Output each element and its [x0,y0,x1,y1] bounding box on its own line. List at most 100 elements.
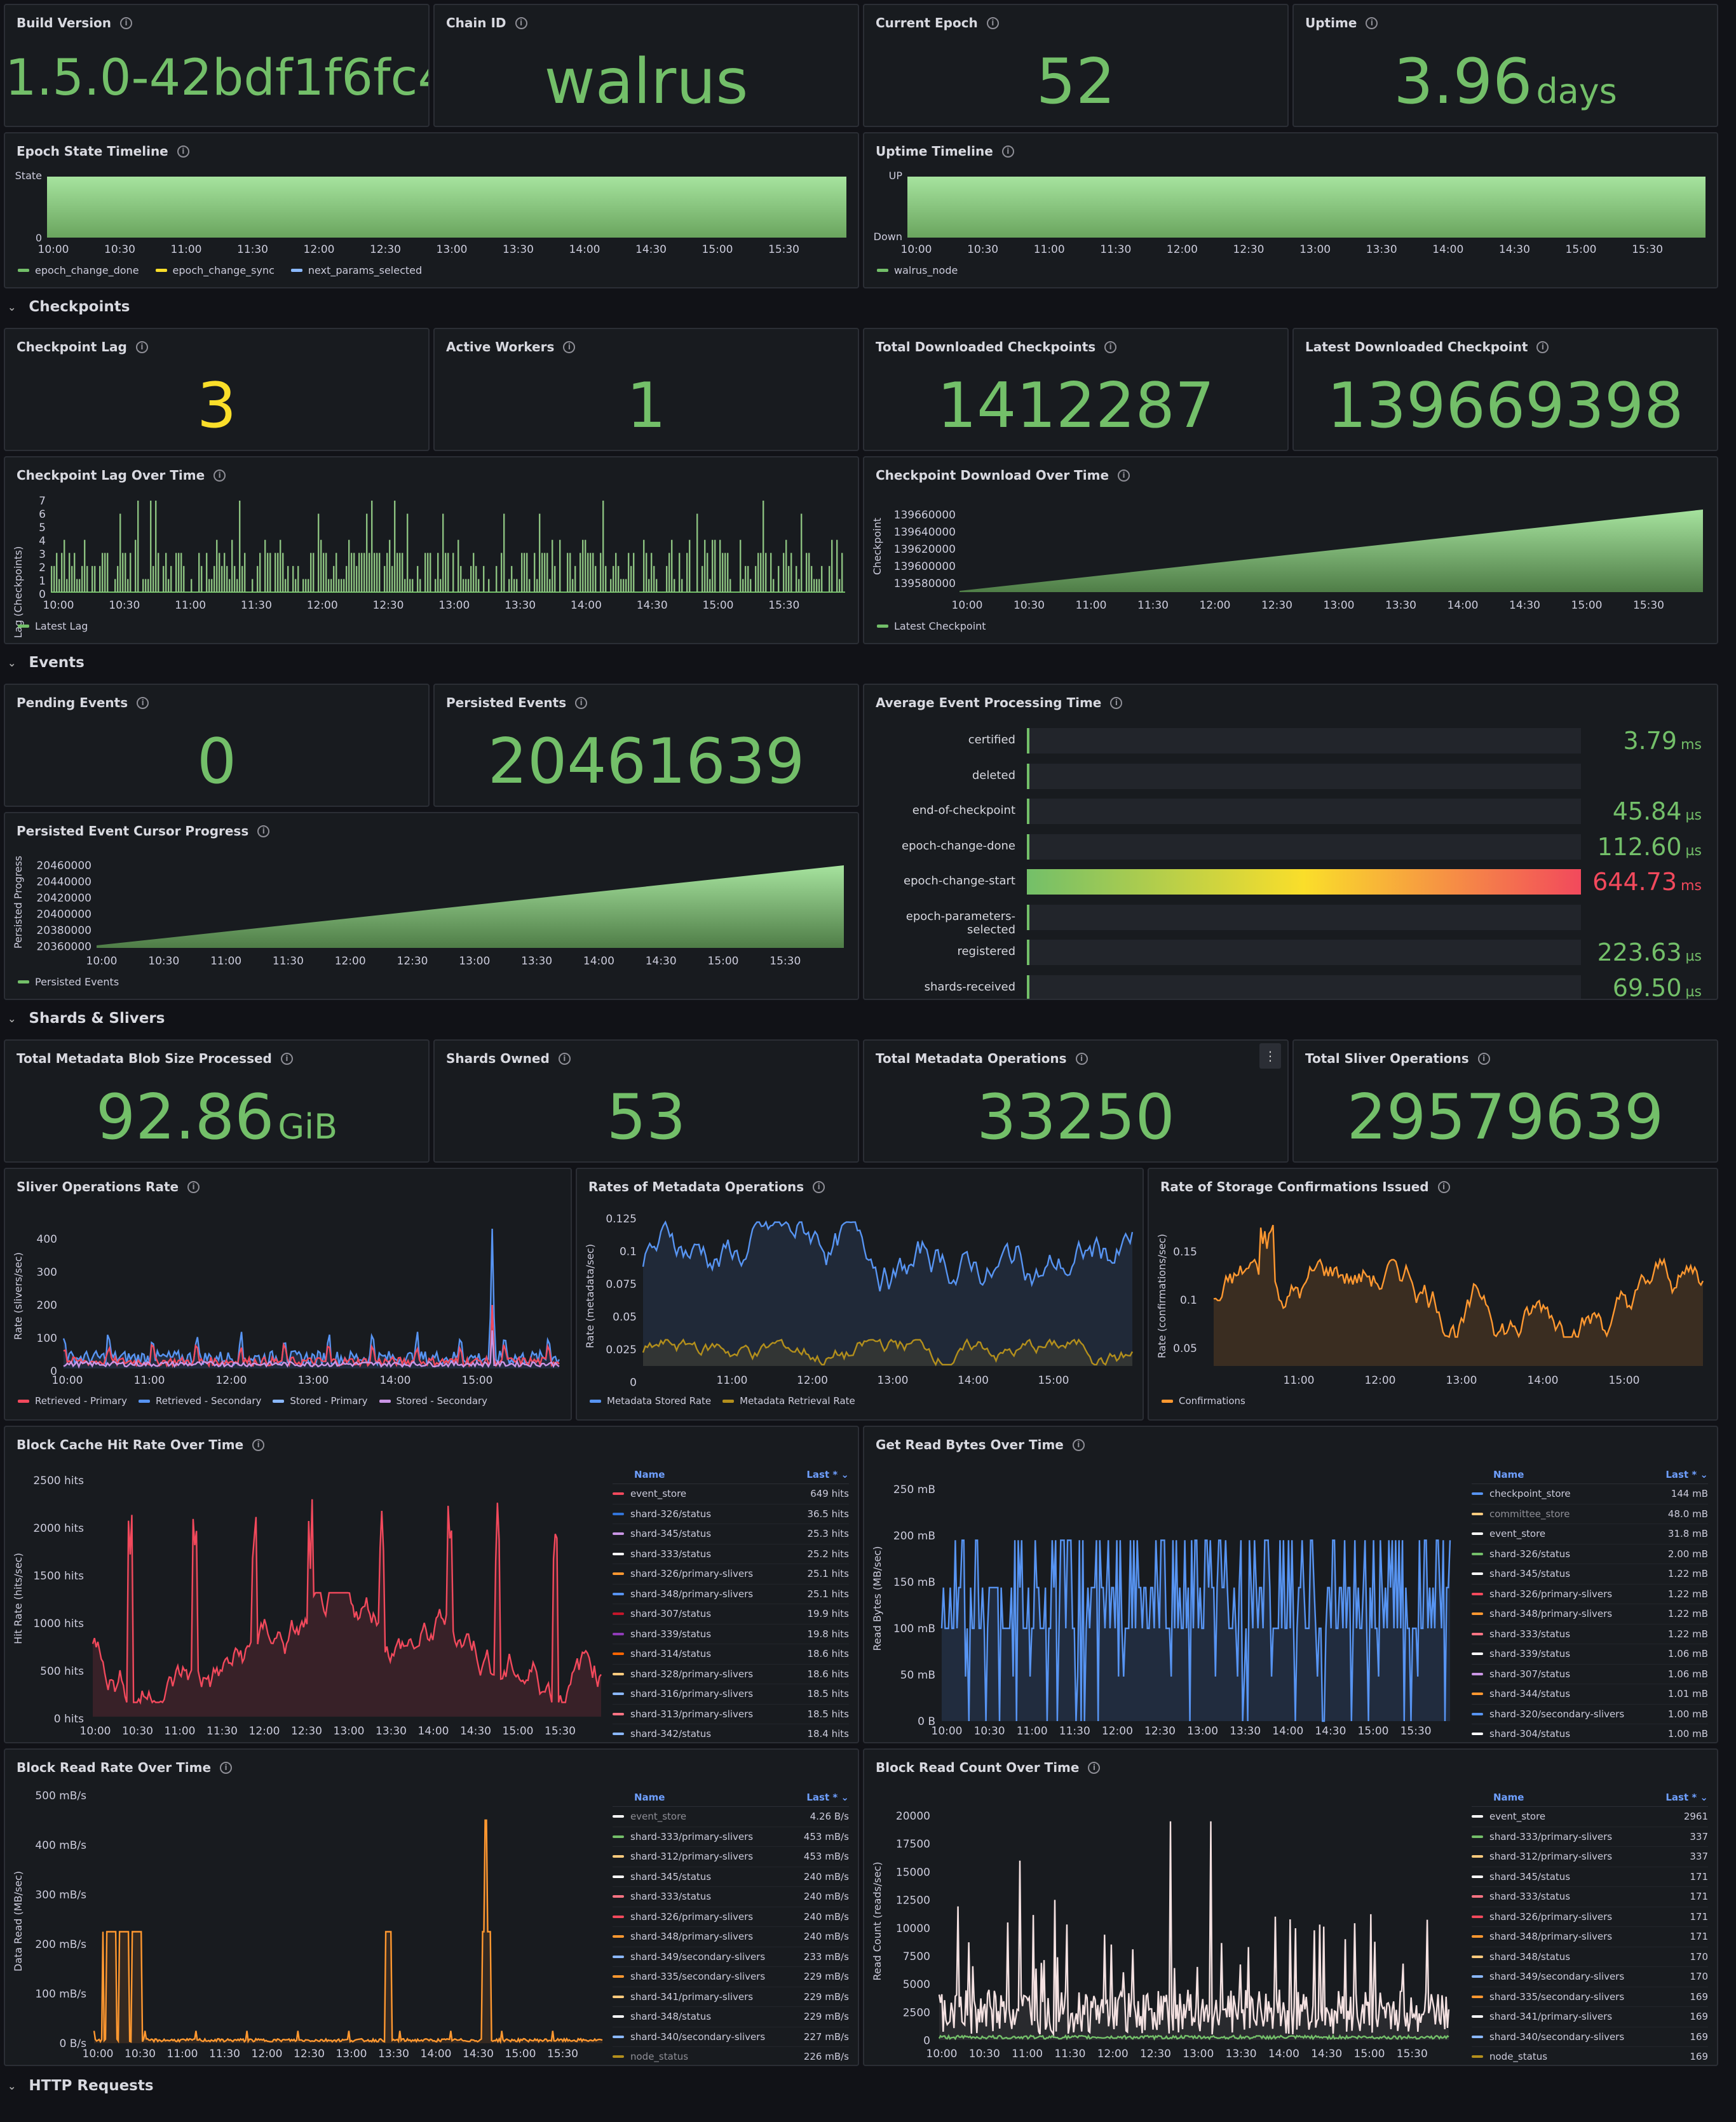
legend-row[interactable]: event_store 31.8 mB [1472,1524,1708,1544]
legend-row[interactable]: shard-345/status 1.22 mB [1472,1564,1708,1585]
legend-row[interactable]: shard-348/primary-slivers 171 [1472,1927,1708,1947]
legend-item[interactable]: Retrieved - Secondary [138,1395,261,1407]
legend-item[interactable]: Retrieved - Primary [18,1395,127,1407]
legend-item[interactable]: Metadata Stored Rate [590,1395,711,1407]
info-icon[interactable]: i [563,341,576,353]
info-icon[interactable]: i [280,1052,293,1065]
legend-row[interactable]: shard-348/primary-slivers 25.1 hits [613,1585,849,1604]
legend-row[interactable]: shard-348/primary-slivers 1.22 mB [1472,1604,1708,1625]
legend-item[interactable]: epoch_change_sync [155,264,275,276]
column-header-last[interactable]: Last * ⌄ [1665,1792,1708,1803]
column-header-last[interactable]: Last * ⌄ [1665,1469,1708,1480]
legend-row[interactable]: event_store 4.26 B/s [613,1807,849,1827]
legend-item[interactable]: walrus_node [877,264,958,276]
legend-row[interactable]: shard-341/primary-slivers 169 [1472,2007,1708,2027]
legend-row[interactable]: shard-348/primary-slivers 240 mB/s [613,1927,849,1947]
legend-row[interactable]: shard-342/status 18.4 hits [613,1724,849,1742]
legend-row[interactable]: node_status 169 [1472,2047,1708,2065]
column-header-last[interactable]: Last * ⌄ [806,1792,849,1803]
info-icon[interactable]: i [135,341,148,353]
legend-item[interactable]: Metadata Retrieval Rate [722,1395,855,1407]
row-http-requests[interactable]: ⌄ HTTP Requests [8,2078,154,2094]
legend-row[interactable]: shard-333/primary-slivers 337 [1472,1827,1708,1847]
legend-row[interactable]: event_store 2961 [1472,1807,1708,1827]
legend-row[interactable]: node_status 226 mB/s [613,2047,849,2065]
series-last-value: 2961 [1683,1811,1708,1823]
y-tick: 15000 [896,1866,930,1879]
legend-row[interactable]: shard-340/secondary-slivers 169 [1472,2027,1708,2047]
info-icon[interactable]: i [137,696,149,709]
legend-item[interactable]: next_params_selected [290,264,422,276]
legend-item[interactable]: Latest Lag [18,620,88,632]
legend-row[interactable]: shard-320/secondary-slivers 1.00 mB [1472,1705,1708,1724]
legend-row[interactable]: shard-316/primary-slivers 18.5 hits [613,1684,849,1705]
legend-row[interactable]: shard-335/secondary-slivers 229 mB/s [613,1967,849,1987]
column-header-name[interactable]: Name [634,1469,665,1480]
column-header-last[interactable]: Last * ⌄ [806,1469,849,1480]
lag-bar [567,553,569,592]
info-icon[interactable]: i [986,17,999,29]
legend-row[interactable]: shard-345/status 25.3 hits [613,1524,849,1544]
legend-row[interactable]: shard-345/status 240 mB/s [613,1867,849,1887]
legend-row[interactable]: shard-335/secondary-slivers 169 [1472,1987,1708,2007]
legend-row[interactable]: shard-333/status 25.2 hits [613,1544,849,1564]
legend-item[interactable]: Stored - Primary [273,1395,368,1407]
legend-row[interactable]: shard-326/primary-slivers 1.22 mB [1472,1585,1708,1604]
legend-row[interactable]: shard-348/status 170 [1472,1947,1708,1967]
legend-row[interactable]: shard-307/status 19.9 hits [613,1604,849,1625]
legend-item[interactable]: Latest Checkpoint [877,620,986,632]
info-icon[interactable]: i [558,1052,571,1065]
legend-row[interactable]: shard-339/status 19.8 hits [613,1625,849,1644]
legend-row[interactable]: shard-313/primary-slivers 18.5 hits [613,1705,849,1724]
legend-row[interactable]: shard-340/secondary-slivers 227 mB/s [613,2027,849,2047]
legend-row[interactable]: shard-307/status 1.06 mB [1472,1665,1708,1684]
legend-row[interactable]: shard-333/status 171 [1472,1887,1708,1907]
legend-row[interactable]: shard-326/status 36.5 hits [613,1504,849,1524]
legend-row[interactable]: shard-333/status 1.22 mB [1472,1625,1708,1644]
lag-bar [125,553,126,592]
column-header-name[interactable]: Name [1493,1792,1524,1803]
legend-row[interactable]: shard-312/primary-slivers 337 [1472,1847,1708,1867]
legend-row[interactable]: shard-345/status 171 [1472,1867,1708,1887]
column-header-name[interactable]: Name [1493,1469,1524,1480]
row-checkpoints[interactable]: ⌄ Checkpoints [8,299,130,315]
info-icon[interactable]: i [575,696,588,709]
info-icon[interactable]: i [1110,696,1123,709]
legend-row[interactable]: shard-341/primary-slivers 229 mB/s [613,1987,849,2007]
info-icon[interactable]: i [1536,341,1549,353]
legend-row[interactable]: shard-344/status 1.01 mB [1472,1684,1708,1705]
legend-row[interactable]: shard-339/status 1.06 mB [1472,1644,1708,1665]
lag-bar [546,553,548,592]
info-icon[interactable]: i [515,17,527,29]
legend-item[interactable]: Confirmations [1162,1395,1245,1407]
legend-item[interactable]: Stored - Secondary [379,1395,487,1407]
legend-row[interactable]: shard-326/status 2.00 mB [1472,1544,1708,1564]
legend-row[interactable]: shard-333/status 240 mB/s [613,1887,849,1907]
legend-row[interactable]: shard-349/secondary-slivers 170 [1472,1967,1708,1987]
legend-row[interactable]: checkpoint_store 144 mB [1472,1484,1708,1504]
x-tick: 11:00 [175,599,206,612]
legend-row[interactable]: committee_store 48.0 mB [1472,1504,1708,1524]
legend-row[interactable]: shard-326/primary-slivers 25.1 hits [613,1564,849,1585]
panel-menu-icon[interactable]: ⋮ [1259,1043,1281,1069]
legend-row[interactable]: shard-312/primary-slivers 453 mB/s [613,1847,849,1867]
legend-row[interactable]: shard-328/primary-slivers 18.6 hits [613,1665,849,1684]
legend-row[interactable]: shard-348/status 229 mB/s [613,2007,849,2027]
legend-row[interactable]: shard-333/primary-slivers 453 mB/s [613,1827,849,1847]
info-icon[interactable]: i [120,17,133,29]
legend-item[interactable]: epoch_change_done [18,264,139,276]
legend-row[interactable]: shard-304/status 1.00 mB [1472,1724,1708,1742]
info-icon[interactable]: i [1104,341,1117,353]
legend-row[interactable]: shard-326/primary-slivers 240 mB/s [613,1907,849,1927]
column-header-name[interactable]: Name [634,1792,665,1803]
row-events[interactable]: ⌄ Events [8,654,85,671]
legend-row[interactable]: shard-349/secondary-slivers 233 mB/s [613,1947,849,1967]
legend-row[interactable]: shard-314/status 18.6 hits [613,1644,849,1665]
info-icon[interactable]: i [1477,1052,1490,1065]
row-shards-slivers[interactable]: ⌄ Shards & Slivers [8,1010,165,1027]
legend-row[interactable]: event_store 649 hits [613,1484,849,1504]
info-icon[interactable]: i [1366,17,1378,29]
legend-row[interactable]: shard-326/primary-slivers 171 [1472,1907,1708,1927]
info-icon[interactable]: i [1075,1052,1088,1065]
legend-item[interactable]: Persisted Events [18,976,119,988]
